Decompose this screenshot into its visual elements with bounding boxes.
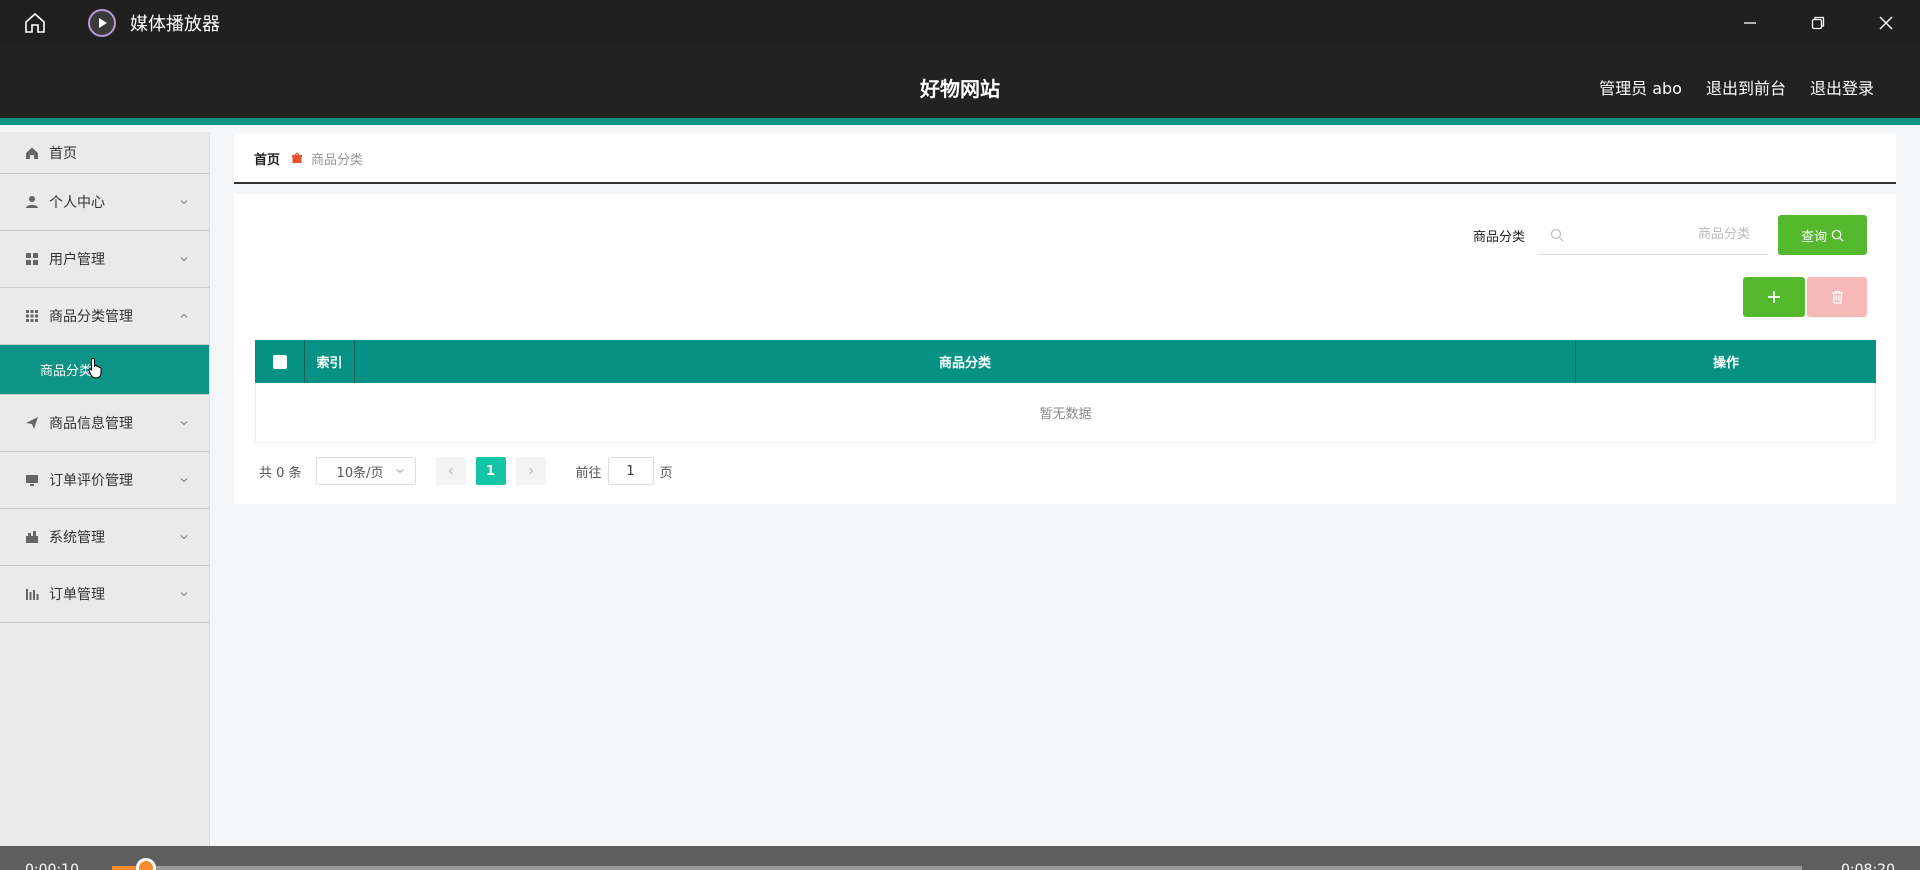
logout-link[interactable]: 退出登录 bbox=[1810, 75, 1874, 99]
chevron-down-icon bbox=[180, 200, 188, 205]
breadcrumb-home[interactable]: 首页 bbox=[254, 149, 280, 168]
select-all-checkbox[interactable] bbox=[272, 354, 287, 369]
grid-icon bbox=[25, 252, 39, 266]
sidebar-item-label: 首页 bbox=[49, 145, 77, 162]
goto-suffix: 页 bbox=[659, 465, 673, 481]
sidebar-item-home[interactable]: 首页 bbox=[0, 132, 209, 174]
admin-name: 管理员 abo bbox=[1599, 79, 1682, 98]
sidebar-item-label: 系统管理 bbox=[49, 530, 105, 546]
sidebar-item-system[interactable]: 系统管理 bbox=[0, 509, 209, 566]
sidebar-item-order-review[interactable]: 订单评价管理 bbox=[0, 452, 209, 509]
page-number-current[interactable]: 1 bbox=[475, 457, 506, 485]
sidebar-item-user-management[interactable]: 用户管理 bbox=[0, 231, 209, 288]
site-header: 好物网站 管理员 abo 退出到前台 退出登录 bbox=[0, 45, 1920, 125]
sidebar: 首页 个人中心 用户管理 商品分类管理 商品分类 商品信息管理 订单评价管理 系… bbox=[0, 132, 210, 846]
total-time: 0:08:20 bbox=[1841, 862, 1895, 870]
player-app-icon bbox=[88, 8, 116, 37]
category-table: 索引 商品分类 操作 暂无数据 bbox=[255, 340, 1876, 443]
sidebar-item-label: 用户管理 bbox=[49, 252, 105, 268]
restore-button[interactable] bbox=[1784, 0, 1852, 45]
search-input[interactable] bbox=[1570, 227, 1750, 242]
minimize-button[interactable] bbox=[1716, 0, 1784, 45]
content-card: 商品分类 查询 索引 商品分类 操作 暂无数据 共 0 条 bbox=[234, 194, 1896, 504]
player-title: 媒体播放器 bbox=[130, 13, 220, 35]
settings-icon bbox=[25, 530, 39, 544]
chevron-up-icon bbox=[180, 313, 188, 318]
action-row bbox=[1743, 277, 1867, 317]
hand-cursor-icon bbox=[88, 357, 102, 379]
sidebar-item-label: 商品分类管理 bbox=[49, 309, 133, 325]
home-icon bbox=[25, 146, 39, 160]
chevron-right-icon bbox=[528, 467, 533, 475]
header-links: 管理员 abo 退出到前台 退出登录 bbox=[1599, 75, 1874, 99]
plus-icon bbox=[1768, 291, 1780, 303]
sidebar-item-category-management[interactable]: 商品分类管理 bbox=[0, 288, 209, 345]
breadcrumb-separator-icon bbox=[291, 152, 303, 164]
column-header-category: 商品分类 bbox=[355, 340, 1576, 383]
goto-label: 前往 bbox=[575, 465, 602, 481]
monitor-icon bbox=[25, 473, 39, 487]
pagination: 共 0 条 10条/页 1 前往 页 bbox=[259, 457, 673, 485]
select-all-cell bbox=[255, 340, 305, 383]
column-header-actions: 操作 bbox=[1712, 356, 1739, 371]
add-button[interactable] bbox=[1743, 277, 1805, 317]
delete-button[interactable] bbox=[1807, 277, 1867, 317]
chevron-down-icon bbox=[180, 421, 188, 426]
sidebar-subitem-label: 商品分类 bbox=[40, 364, 93, 379]
query-button[interactable]: 查询 bbox=[1778, 215, 1867, 255]
page-size-select[interactable]: 10条/页 bbox=[315, 457, 416, 485]
sidebar-item-label: 个人中心 bbox=[49, 195, 105, 211]
sidebar-item-label: 订单管理 bbox=[49, 587, 105, 603]
to-frontend-link[interactable]: 退出到前台 bbox=[1706, 75, 1786, 99]
player-controls: 0:00:10 0:08:20 bbox=[0, 846, 1920, 870]
table-header: 索引 商品分类 操作 bbox=[255, 340, 1876, 383]
home-icon bbox=[25, 12, 45, 33]
total-count: 共 0 条 bbox=[259, 465, 302, 481]
elapsed-time: 0:00:10 bbox=[25, 862, 79, 870]
chevron-down-icon bbox=[180, 257, 188, 262]
sidebar-item-personal-center[interactable]: 个人中心 bbox=[0, 174, 209, 231]
sidebar-item-label: 订单评价管理 bbox=[49, 473, 133, 489]
seek-handle[interactable] bbox=[135, 858, 156, 870]
home-button[interactable] bbox=[0, 0, 70, 45]
search-label: 商品分类 bbox=[1472, 229, 1525, 245]
chevron-down-icon bbox=[180, 535, 188, 540]
close-button[interactable] bbox=[1852, 0, 1920, 45]
chevron-down-icon bbox=[180, 592, 188, 597]
seek-bar[interactable] bbox=[112, 858, 1802, 870]
breadcrumb: 首页 商品分类 bbox=[234, 134, 1896, 184]
restore-icon bbox=[1811, 16, 1825, 29]
chevron-down-icon bbox=[396, 469, 403, 474]
player-titlebar: 媒体播放器 bbox=[0, 0, 1920, 45]
minimize-icon bbox=[1744, 21, 1756, 24]
sidebar-item-product-info[interactable]: 商品信息管理 bbox=[0, 395, 209, 452]
trash-icon bbox=[1831, 290, 1843, 304]
apps-icon bbox=[25, 309, 39, 323]
chart-icon bbox=[25, 587, 39, 601]
sidebar-item-order-management[interactable]: 订单管理 bbox=[0, 566, 209, 623]
prev-page-button[interactable] bbox=[435, 457, 466, 485]
search-row: 商品分类 查询 bbox=[1473, 215, 1867, 255]
goto-page-input[interactable] bbox=[607, 457, 654, 485]
column-header-index: 索引 bbox=[305, 340, 355, 383]
next-page-button[interactable] bbox=[515, 457, 546, 485]
sidebar-subitem-category[interactable]: 商品分类 bbox=[0, 345, 209, 395]
send-icon bbox=[25, 416, 39, 430]
chevron-left-icon bbox=[448, 467, 453, 475]
search-icon bbox=[1550, 228, 1564, 241]
search-box bbox=[1538, 215, 1768, 255]
empty-state: 暂无数据 bbox=[255, 383, 1876, 443]
query-button-label: 查询 bbox=[1800, 229, 1827, 245]
user-icon bbox=[25, 195, 39, 209]
goto-page: 前往 页 bbox=[576, 457, 673, 485]
close-icon bbox=[1879, 16, 1893, 29]
breadcrumb-current: 商品分类 bbox=[311, 152, 364, 168]
chevron-down-icon bbox=[180, 478, 188, 483]
window-controls bbox=[1716, 0, 1920, 45]
page-size-value: 10条/页 bbox=[336, 465, 384, 481]
sidebar-item-label: 商品信息管理 bbox=[49, 416, 133, 432]
search-icon bbox=[1831, 229, 1844, 242]
